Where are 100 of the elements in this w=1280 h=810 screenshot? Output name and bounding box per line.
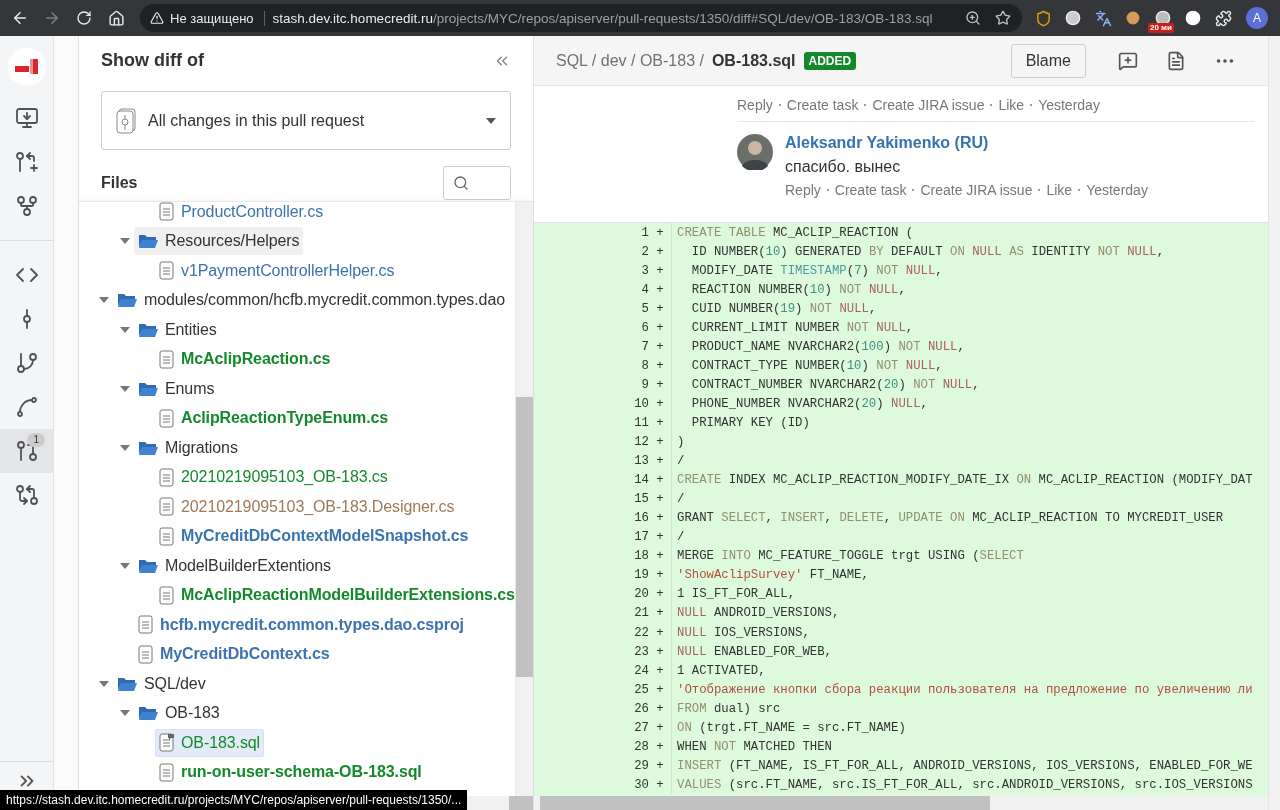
comment-action-link[interactable]: Yesterday (1086, 182, 1148, 198)
avatar (737, 134, 773, 170)
folder-item[interactable]: Entities (134, 315, 221, 344)
added-sign: + (655, 663, 665, 678)
file-item[interactable]: run-on-user-schema-OB-183.sql (155, 758, 426, 787)
code-line: FROM dual) src (671, 699, 781, 719)
line-number: 13 (633, 454, 649, 469)
security-indicator[interactable]: Не защищено (150, 10, 265, 26)
code-line: CREATE INDEX MC_ACLIP_REACTION_MODIFY_DATE_IX ON MC_ACLIP_REACTION (MODIFY_DAT (671, 470, 1253, 490)
sidebar-title: Show diff of (101, 50, 204, 71)
folder-icon (138, 439, 159, 456)
file-item[interactable]: AclipReactionTypeEnum.cs (155, 404, 393, 433)
comment-action-link[interactable]: Reply (785, 182, 821, 198)
logo-icon[interactable] (7, 48, 46, 86)
file-icon (159, 526, 175, 546)
file-item[interactable]: 20210219095103_OB-183.Designer.cs (155, 492, 459, 521)
curve-icon (14, 395, 39, 419)
line-number: 2 (640, 244, 649, 259)
added-sign: + (655, 473, 665, 488)
file-name: OB-183.sql (711, 51, 796, 70)
folder-item[interactable]: modules/common/hcfb.mycredit.common.types.dao (113, 286, 509, 315)
status-badge: ADDED (803, 51, 857, 70)
link-preview-tooltip: https://stash.dev.itc.homecredit.ru/projects/MYC/repos/apiserver/pull-requests/1350/... (0, 790, 468, 810)
blame-button[interactable]: Blame (1010, 43, 1086, 78)
line-number: 8 (640, 358, 649, 373)
profile-avatar[interactable]: A (1246, 7, 1268, 29)
code-line: MERGE INTO MC_FEATURE_TOGGLE trgt USING (SELECT (671, 546, 1024, 566)
commented-file-icon (159, 733, 175, 753)
code-line: VALUES (src.FT_NAME, src.IS_FT_FOR_ALL, src.ANDROID_VERSIONS, src.IOS_VERSIONS (671, 775, 1253, 795)
file-icon (138, 644, 154, 664)
code-line: REACTION NUMBER(10) NOT NULL, (671, 280, 906, 300)
folder-item[interactable]: Enums (134, 374, 219, 403)
added-sign: + (655, 587, 665, 602)
code-line: CREATE TABLE MC_ACLIP_REACTION ( (671, 223, 914, 243)
line-number: 7 (640, 339, 649, 354)
line-number: 16 (633, 511, 649, 526)
file-item[interactable]: ProductController.cs (155, 202, 328, 226)
code-line: ID NUMBER(10) GENERATED BY DEFAULT ON NULL AS IDENTITY NOT NULL, (671, 242, 1165, 262)
monitor-download-icon (14, 106, 39, 130)
code-line: PRIMARY KEY (ID) (671, 413, 810, 433)
comment-action-link[interactable]: Reply (737, 96, 773, 113)
folder-icon (117, 675, 138, 692)
file-icon (159, 408, 175, 428)
file-icon (159, 585, 175, 605)
folder-item[interactable]: SQL/dev (113, 669, 210, 698)
extension-badge: 20 ми (1148, 23, 1174, 33)
file-item[interactable]: v1PaymentControllerHelper.cs (155, 256, 399, 285)
file-item[interactable]: MyCreditDbContext.cs (134, 640, 334, 669)
reload-icon[interactable] (76, 10, 92, 26)
file-item[interactable]: hcfb.mycredit.common.types.dao.csproj (134, 610, 468, 639)
line-number: 26 (633, 701, 649, 716)
code-line: GRANT SELECT, INSERT, DELETE, UPDATE ON MC_ACLIP_REACTION TO MYCREDIT_USER (671, 508, 1224, 528)
folder-item[interactable]: OB-183 (134, 699, 224, 728)
scrollbar[interactable] (534, 796, 1268, 810)
url-text: stash.dev.itc.homecredit.ru/projects/MYC/repos/apiserver/pull-requests/1350/diff#SQL/dev/OB-183/OB-183.sql (272, 10, 934, 26)
comment-action-link[interactable]: Yesterday (1038, 96, 1100, 113)
folder-item[interactable]: Resources/Helpers (134, 227, 304, 256)
scrollbar[interactable] (1268, 36, 1280, 810)
added-sign: + (655, 549, 665, 564)
comment-action-link[interactable]: Create task (834, 182, 907, 198)
branch-icon (14, 351, 39, 375)
comment-action-link[interactable]: Like (1046, 182, 1073, 198)
forward-icon[interactable] (43, 9, 61, 27)
line-number: 29 (633, 758, 649, 773)
compare-icon (14, 483, 39, 507)
code-line: PRODUCT_NAME NVARCHAR2(100) NOT NULL, (671, 337, 965, 357)
search-field[interactable] (443, 166, 511, 200)
scrollbar[interactable] (515, 202, 533, 796)
file-item[interactable]: OB-183.sql (155, 728, 265, 757)
added-sign: + (655, 682, 665, 697)
commit-icon (21, 307, 32, 331)
address-bar[interactable]: Не защищено stash.dev.itc.homecredit.ru/projects/MYC/repos/apiserver/pull-requests/1350/diff#SQL/dev/OB-183/OB-183.sql (140, 4, 1022, 32)
folder-icon (138, 233, 159, 250)
file-item[interactable]: 20210219095103_OB-183.cs (155, 463, 392, 492)
file-icon (159, 261, 175, 281)
folder-item[interactable]: ModelBuilderExtentions (134, 551, 335, 580)
line-number: 21 (633, 606, 649, 621)
file-item[interactable]: McAclipReaction.cs (155, 345, 335, 374)
comment-author-link[interactable]: Aleksandr Yakimenko (RU) (785, 134, 1148, 152)
home-icon[interactable] (107, 9, 125, 27)
file-item[interactable]: MyCreditDbContextModelSnapshot.cs (155, 522, 473, 551)
folder-icon (138, 321, 159, 338)
comment-action-link[interactable]: Create task (786, 96, 859, 113)
line-number: 3 (640, 263, 649, 278)
added-sign: + (655, 454, 665, 469)
code-line: / (671, 451, 685, 471)
line-number: 17 (633, 530, 649, 545)
back-icon[interactable] (11, 9, 29, 27)
added-sign: + (655, 358, 665, 373)
folder-item[interactable]: Migrations (134, 433, 242, 462)
comment-action-link[interactable]: Like (998, 96, 1025, 113)
file-item[interactable]: McAclipReactionModelBuilderExtensions.cs (155, 581, 515, 610)
line-number: 25 (633, 682, 649, 697)
code-line: 1 IS_FT_FOR_ALL, (671, 584, 796, 604)
folder-icon (138, 705, 159, 722)
comment-action-link[interactable]: Create JIRA issue (920, 182, 1033, 198)
diff-scope-dropdown[interactable]: All changes in this pull request (101, 91, 511, 150)
nav-rail-button[interactable]: 1 (0, 429, 53, 473)
line-number: 12 (633, 435, 649, 450)
comment-action-link[interactable]: Create JIRA issue (872, 96, 985, 113)
